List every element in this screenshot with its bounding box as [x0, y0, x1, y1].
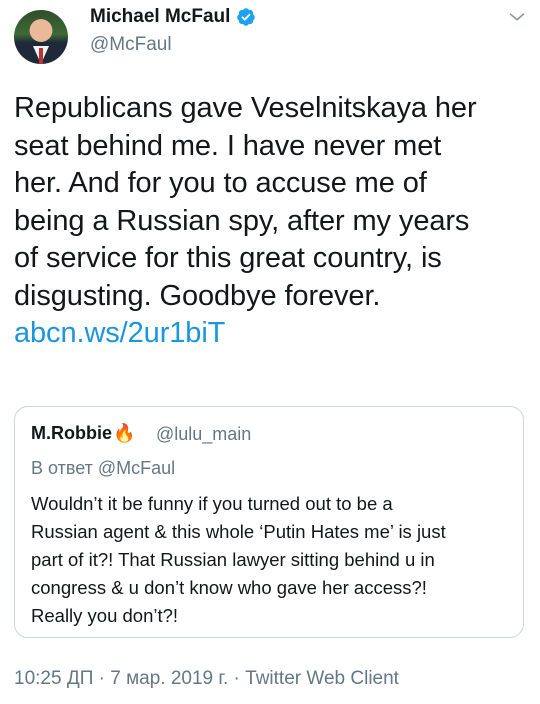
quoted-author-name-row: M.Robbie 🔥 [31, 423, 135, 444]
avatar-tie [39, 48, 43, 64]
quoted-line: Russian agent & this whole ‘Putin Hates … [31, 521, 446, 542]
author-avatar[interactable] [14, 10, 68, 64]
quoted-line: part of it?! That Russian lawyer sitting… [31, 549, 435, 570]
verified-badge-icon [237, 8, 256, 26]
tweet-line: disgusting. Goodbye forever. [14, 279, 381, 312]
quoted-author-name: M.Robbie [31, 423, 112, 443]
tweet-line: her. And for you to accuse me of [14, 167, 427, 199]
quoted-tweet-text: Wouldn’t it be funny if you turned out t… [31, 490, 515, 630]
author-name-row[interactable]: Michael McFaul [90, 6, 256, 28]
tweet-line: being a Russian spy, after my years [14, 204, 470, 237]
quoted-reply-to: В ответ @McFaul [31, 458, 176, 478]
tweet-link[interactable]: abcn.ws/2ur1biT [14, 315, 530, 353]
tweet-text: Republicans gave Veselnitskaya her seat … [14, 90, 530, 353]
tweet-timestamp-meta[interactable]: 10:25 ДП · 7 мар. 2019 г. · Twitter Web … [14, 668, 399, 690]
fire-emoji-icon: 🔥 [113, 423, 136, 443]
chevron-down-icon[interactable] [506, 6, 528, 28]
author-handle[interactable]: @McFaul [90, 34, 172, 56]
tweet-line: seat behind me. I have never met [14, 129, 442, 162]
tweet-line: Republicans gave Veselnitskaya her [14, 92, 477, 124]
quoted-tweet-card[interactable]: M.Robbie 🔥 @lulu_main В ответ @McFaul Wo… [14, 406, 524, 638]
quoted-line: congress & u don’t know who gave her acc… [31, 577, 427, 598]
quoted-line: Wouldn’t it be funny if you turned out t… [31, 493, 393, 514]
author-name[interactable]: Michael McFaul [90, 6, 230, 28]
tweet-line: of service for this great country, is [14, 242, 442, 274]
quoted-line: Really you don’t?! [31, 605, 179, 626]
quoted-author-handle: @lulu_main [156, 424, 252, 444]
